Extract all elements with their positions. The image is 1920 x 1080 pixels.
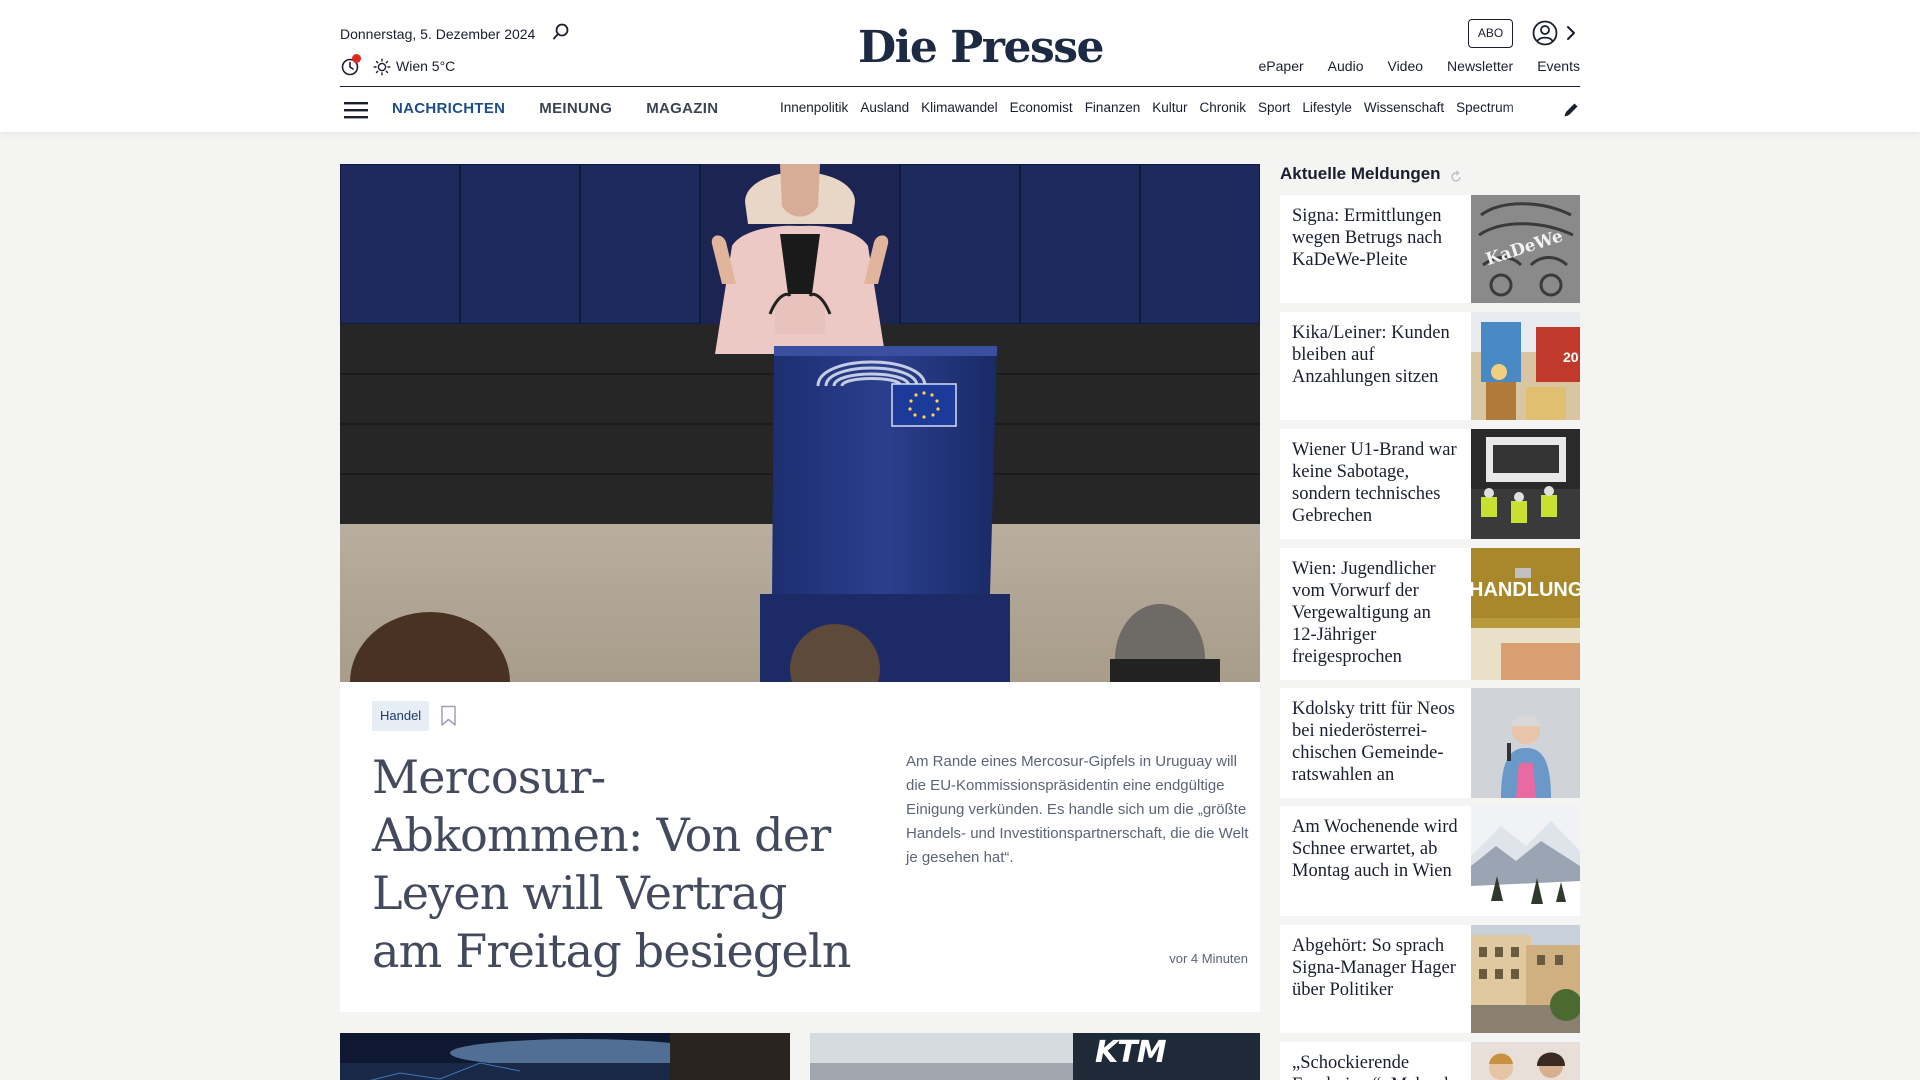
sale-sign-text: 20 xyxy=(1563,349,1579,365)
nav-magazin[interactable]: MAGAZIN xyxy=(646,100,718,117)
search-icon[interactable] xyxy=(552,23,570,41)
news-item-title[interactable]: Kdolsky tritt für Neos bei niederösterre… xyxy=(1292,698,1460,786)
section-link-innenpolitik[interactable]: Innenpolitik xyxy=(780,100,848,115)
news-item-image[interactable]: KaDeWe xyxy=(1471,195,1580,303)
section-link-wissenschaft[interactable]: Wissenschaft xyxy=(1364,100,1444,115)
service-link-epaper[interactable]: ePaper xyxy=(1259,58,1304,74)
rail-title: Aktuelle Meldungen xyxy=(1280,164,1441,183)
news-item[interactable]: Kdolsky tritt für Neos bei niederösterre… xyxy=(1280,688,1580,798)
news-item-image[interactable] xyxy=(1471,429,1580,539)
section-link-finanzen[interactable]: Finanzen xyxy=(1085,100,1141,115)
main-nav: NACHRICHTEN MEINUNG MAGAZIN xyxy=(392,100,718,117)
news-item-title[interactable]: „Schockierende Ergebnisse“: Mehr als xyxy=(1292,1052,1460,1080)
news-item-image[interactable] xyxy=(1471,688,1580,798)
topic-badge[interactable]: Handel xyxy=(372,701,430,731)
lead-headline[interactable]: Mercosur-Abkommen: Von der Leyen will Ve… xyxy=(372,748,852,980)
news-item[interactable]: Signa: Ermittlungen wegen Betrugs nach K… xyxy=(1280,195,1580,303)
section-link-ausland[interactable]: Ausland xyxy=(860,100,909,115)
news-item-title[interactable]: Kika/Leiner: Kunden bleiben auf Anzahlun… xyxy=(1292,322,1460,388)
section-nav-fade xyxy=(1503,100,1543,122)
bookmark-icon[interactable] xyxy=(440,705,457,727)
news-item-image[interactable]: 20 xyxy=(1471,312,1580,420)
service-link-video[interactable]: Video xyxy=(1387,58,1423,74)
service-nav: ePaper Audio Video Newsletter Events xyxy=(1259,58,1580,74)
news-item-title[interactable]: Am Wochenende wird Schnee erwartet, ab M… xyxy=(1292,816,1460,882)
news-item-image[interactable] xyxy=(1471,1042,1580,1080)
section-link-chronik[interactable]: Chronik xyxy=(1200,100,1247,115)
service-link-audio[interactable]: Audio xyxy=(1328,58,1364,74)
current-date: Donnerstag, 5. Dezember 2024 xyxy=(340,26,536,42)
news-item-title[interactable]: Abgehört: So sprach Signa-Manager Hager … xyxy=(1292,935,1460,1001)
section-link-lifestyle[interactable]: Lifestyle xyxy=(1302,100,1352,115)
news-item-title[interactable]: Wien: Jugendlicher vom Vorwurf der Verge… xyxy=(1292,558,1460,668)
hamburger-menu-icon[interactable] xyxy=(344,101,368,119)
section-link-sport[interactable]: Sport xyxy=(1258,100,1290,115)
news-item-title[interactable]: Signa: Ermittlungen wegen Betrugs nach K… xyxy=(1292,205,1460,271)
chevron-right-icon[interactable] xyxy=(1564,23,1578,43)
lead-article-image[interactable] xyxy=(340,164,1260,682)
news-item[interactable]: Wiener U1-Brand war keine Sabotage, sond… xyxy=(1280,429,1580,539)
section-nav: Innenpolitik Ausland Klimawandel Economi… xyxy=(780,100,1543,122)
news-item-image[interactable] xyxy=(1471,806,1580,916)
courtroom-sign-text: HANDLUNGSS xyxy=(1471,579,1580,601)
lead-timestamp: vor 4 Minuten xyxy=(1169,951,1248,966)
news-item-image[interactable]: HANDLUNGSS xyxy=(1471,548,1580,680)
teaser-image[interactable] xyxy=(340,1033,790,1080)
news-item-image[interactable] xyxy=(1471,925,1580,1033)
weather-label[interactable]: Wien 5°C xyxy=(396,58,455,74)
sun-icon xyxy=(373,58,391,76)
site-logo[interactable]: Die Presse xyxy=(858,22,1104,73)
news-item[interactable]: Wien: Jugendlicher vom Vorwurf der Verge… xyxy=(1280,548,1580,680)
news-item[interactable]: „Schockierende Ergebnisse“: Mehr als xyxy=(1280,1042,1580,1080)
ktm-logo: KTM xyxy=(1095,1035,1167,1070)
news-item[interactable]: Abgehört: So sprach Signa-Manager Hager … xyxy=(1280,925,1580,1033)
refresh-icon xyxy=(1451,170,1461,182)
service-link-events[interactable]: Events xyxy=(1537,58,1580,74)
news-item-title[interactable]: Wiener U1-Brand war keine Sabotage, sond… xyxy=(1292,439,1460,527)
site-header: Donnerstag, 5. Dezember 2024 Wien 5°C Di… xyxy=(0,0,1920,132)
service-link-newsletter[interactable]: Newsletter xyxy=(1447,58,1513,74)
lead-teaser: Am Rande eines Mercosur-Gipfels in Urugu… xyxy=(906,753,1249,866)
lead-article[interactable]: Handel Mercosur-Abkommen: Von der Leyen … xyxy=(340,164,1260,1012)
section-link-economist[interactable]: Economist xyxy=(1010,100,1073,115)
header-divider xyxy=(340,86,1580,87)
news-item[interactable]: Am Wochenende wird Schnee erwartet, ab M… xyxy=(1280,806,1580,916)
pencil-icon[interactable] xyxy=(1562,101,1580,119)
news-item[interactable]: Kika/Leiner: Kunden bleiben auf Anzahlun… xyxy=(1280,312,1580,420)
notification-dot xyxy=(352,54,361,63)
abo-button[interactable]: ABO xyxy=(1468,19,1513,48)
nav-nachrichten[interactable]: NACHRICHTEN xyxy=(392,100,505,117)
nav-meinung[interactable]: MEINUNG xyxy=(539,100,612,117)
user-account-icon[interactable] xyxy=(1531,19,1559,47)
section-link-klimawandel[interactable]: Klimawandel xyxy=(921,100,998,115)
section-link-kultur[interactable]: Kultur xyxy=(1152,100,1187,115)
teaser-image[interactable]: KTM xyxy=(810,1033,1260,1080)
